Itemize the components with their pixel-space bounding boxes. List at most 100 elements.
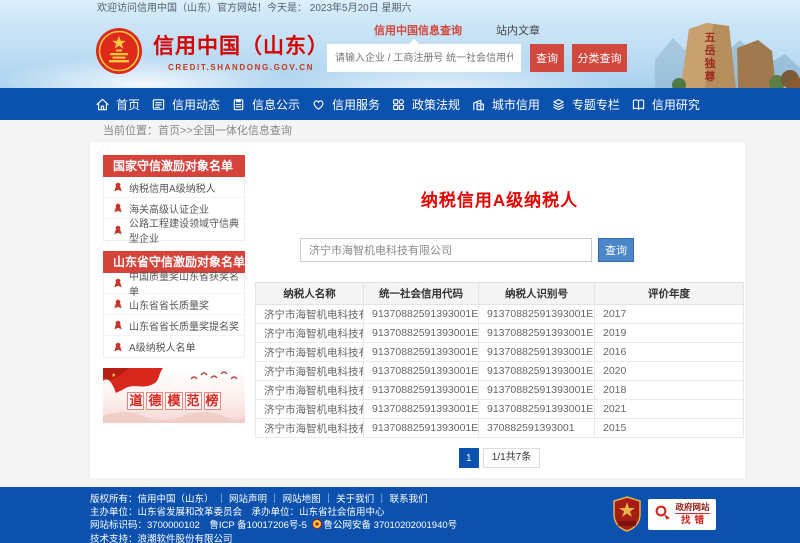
medal-icon <box>113 182 123 192</box>
table-header-row: 纳税人名称统一社会信用代码纳税人识别号评价年度 <box>256 283 744 305</box>
site-code: 网站标识码：3700000102 <box>90 520 200 531</box>
breadcrumb-home-link[interactable]: 首页 <box>158 125 180 137</box>
table-cell: 91370882591393001E <box>364 305 479 324</box>
table-cell: 370882591393001 <box>479 419 595 438</box>
layers-icon <box>551 97 566 112</box>
moral-model-banner[interactable]: ★ 道德模范榜 <box>103 368 245 423</box>
nav-label: 首页 <box>116 96 140 113</box>
police-number: 鲁公网安备 37010202001940号 <box>324 520 458 531</box>
svg-text:尊: 尊 <box>705 69 716 83</box>
table-row: 济宁市海智机电科技有限公司91370882591393001E913708825… <box>256 343 744 362</box>
building-icon <box>471 97 486 112</box>
content-region: 国家守信激励对象名单纳税信用A级纳税人海关高级认证企业公路工程建设领域守信典型企… <box>0 142 800 487</box>
svg-text:五: 五 <box>705 31 716 44</box>
sidebar-link-label: 海关高级认证企业 <box>129 201 209 216</box>
table-cell: 91370882591393001E <box>479 343 595 362</box>
site-title: 信用中国（山东） <box>153 30 329 60</box>
icp-number: 鲁ICP 备10017206号-5 <box>209 520 307 531</box>
medal-icon <box>113 278 123 288</box>
nav-label: 信用服务 <box>332 96 380 113</box>
sidebar-link[interactable]: 中国质量奖山东省获奖名单 <box>104 273 244 294</box>
query-button[interactable]: 查询 <box>598 238 634 262</box>
medal-icon <box>113 299 123 309</box>
page-summary: 1/1共7条 <box>483 448 540 468</box>
active-tab-caret <box>409 39 419 44</box>
medal-icon <box>113 342 123 352</box>
table-cell: 91370882591393001E <box>364 419 479 438</box>
table-row: 济宁市海智机电科技有限公司91370882591393001E913708825… <box>256 324 744 343</box>
header-search-input[interactable] <box>327 44 521 72</box>
topbar: 欢迎访问信用中国（山东）官方网站！今天是： 2023年5月20日 星期六 <box>0 0 800 18</box>
category-search-button[interactable]: 分类查询 <box>572 44 627 72</box>
clipboard-icon <box>231 97 246 112</box>
breadcrumb-separator: >> <box>180 125 193 137</box>
nav-label: 城市信用 <box>492 96 540 113</box>
grid-icon <box>391 97 406 112</box>
sidebar-list: 中国质量奖山东省获奖名单山东省省长质量奖山东省省长质量奖提名奖A级纳税人名单 <box>103 273 245 358</box>
table-cell: 济宁市海智机电科技有限公司 <box>256 419 364 438</box>
header-search-area: 信用中国信息查询 站内文章 查询 分类查询 <box>327 21 632 72</box>
table-cell: 91370882591393001E <box>364 343 479 362</box>
footer: 版权所有：信用中国（山东）｜网站声明｜网站地图｜关于我们｜联系我们 主办单位：山… <box>0 487 800 543</box>
table-row: 济宁市海智机电科技有限公司91370882591393001E913708825… <box>256 381 744 400</box>
nav-item-service[interactable]: 信用服务 <box>311 96 380 113</box>
company-query-row: 查询 <box>300 238 744 262</box>
footer-link[interactable]: 网站声明 <box>229 494 267 505</box>
search-tab-site-articles[interactable]: 站内文章 <box>496 22 540 38</box>
nav-item-home[interactable]: 首页 <box>95 96 140 113</box>
table-cell: 2019 <box>595 324 744 343</box>
footer-link[interactable]: 关于我们 <box>336 494 374 505</box>
footer-separator: ｜ <box>377 494 387 505</box>
breadcrumb-current: 全国一体化信息查询 <box>193 125 292 137</box>
page-title: 纳税信用A级纳税人 <box>255 186 744 211</box>
gov-website-error-badge[interactable]: 政府网站 找错 <box>648 499 716 530</box>
nav-item-special[interactable]: 专题专栏 <box>551 96 620 113</box>
sidebar-link[interactable]: A级纳税人名单 <box>104 336 244 357</box>
nav-item-city[interactable]: 城市信用 <box>471 96 540 113</box>
company-search-input[interactable] <box>300 238 592 262</box>
nav-label: 政策法规 <box>412 96 460 113</box>
footer-separator: ｜ <box>324 494 334 505</box>
sidebar-link[interactable]: 公路工程建设领域守信典型企业 <box>104 219 244 240</box>
footer-link[interactable]: 网站地图 <box>283 494 321 505</box>
sidebar-link-label: 山东省省长质量奖提名奖 <box>129 318 239 333</box>
table-cell: 济宁市海智机电科技有限公司 <box>256 343 364 362</box>
nav-item-research[interactable]: 信用研究 <box>631 96 700 113</box>
breadcrumb: 当前位置：首页>>全国一体化信息查询 <box>0 120 800 142</box>
sidebar-link[interactable]: 纳税信用A级纳税人 <box>104 177 244 198</box>
welcome-text: 欢迎访问信用中国（山东）官方网站！今天是： 2023年5月20日 星期六 <box>97 3 412 14</box>
content-panel: 国家守信激励对象名单纳税信用A级纳税人海关高级认证企业公路工程建设领域守信典型企… <box>90 142 745 478</box>
sidebar-link[interactable]: 山东省省长质量奖提名奖 <box>104 315 244 336</box>
search-tab-credit-query[interactable]: 信用中国信息查询 <box>374 22 462 38</box>
table-cell: 91370882591393001E <box>479 305 595 324</box>
table-cell: 91370882591393001E <box>479 362 595 381</box>
government-shield-icon[interactable] <box>612 496 642 537</box>
table-cell: 2015 <box>595 419 744 438</box>
book-icon <box>631 97 646 112</box>
svg-text:岳: 岳 <box>705 43 716 57</box>
results-table: 纳税人名称统一社会信用代码纳税人识别号评价年度济宁市海智机电科技有限公司9137… <box>255 282 744 438</box>
table-cell: 91370882591393001E <box>364 381 479 400</box>
heart-icon <box>311 97 326 112</box>
table-cell: 91370882591393001E <box>364 400 479 419</box>
nav-label: 专题专栏 <box>572 96 620 113</box>
page-number-button[interactable]: 1 <box>459 448 479 468</box>
footer-link[interactable]: 联系我们 <box>390 494 428 505</box>
nav-item-disclosure[interactable]: 信息公示 <box>231 96 300 113</box>
footer-separator: ｜ <box>270 494 280 505</box>
home-icon <box>95 97 110 112</box>
brand[interactable]: 信用中国（山东） CREDIT.SHANDONG.GOV.CN <box>95 27 329 75</box>
table-cell: 2021 <box>595 400 744 419</box>
table-row: 济宁市海智机电科技有限公司91370882591393001E370882591… <box>256 419 744 438</box>
sidebar-link-label: A级纳税人名单 <box>129 339 196 354</box>
footer-separator: ｜ <box>217 494 227 505</box>
gov-badge-text: 政府网站 找错 <box>675 503 709 526</box>
nav-item-news[interactable]: 信用动态 <box>151 96 220 113</box>
main-nav: 首页信用动态信息公示 信用服务 政策法规 城市信用 专题专栏信用研究 <box>0 88 800 120</box>
table-cell: 91370882591393001E <box>479 324 595 343</box>
nav-item-policy[interactable]: 政策法规 <box>391 96 460 113</box>
table-cell: 2020 <box>595 362 744 381</box>
header-search-button[interactable]: 查询 <box>530 44 564 72</box>
sidebar-link-label: 纳税信用A级纳税人 <box>129 180 216 195</box>
medal-icon <box>113 225 123 235</box>
